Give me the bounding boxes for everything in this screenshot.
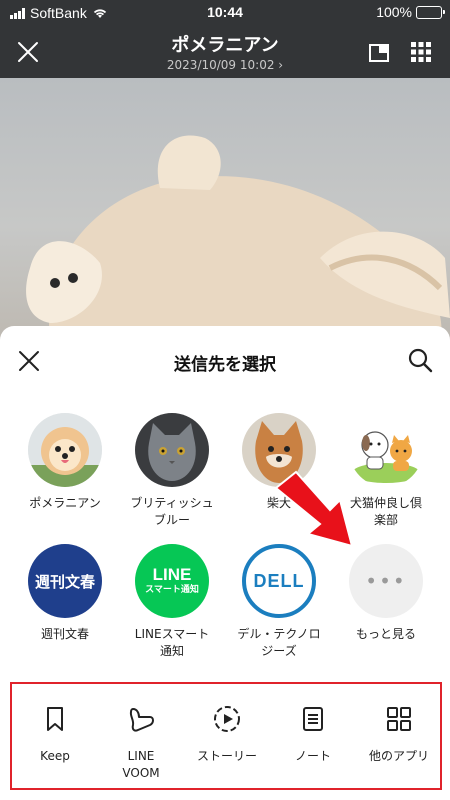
more-dots-icon: •••: [349, 544, 423, 618]
status-bar: SoftBank 10:44 100%: [0, 0, 450, 26]
note-icon: [303, 707, 323, 731]
album-header: ポメラニアン 2023/10/09 10:02 ›: [0, 26, 450, 78]
pomeranian-avatar: [28, 413, 102, 487]
recipient-bunshun[interactable]: 週刊文春 週刊文春: [11, 544, 119, 643]
cat-avatar: [135, 413, 209, 487]
dell-logo: DELL: [242, 544, 316, 618]
bunshun-logo-text: 週刊文春: [34, 572, 95, 591]
status-right: 100%: [376, 4, 445, 20]
search-icon[interactable]: [406, 346, 434, 374]
app-keep[interactable]: Keep: [12, 704, 98, 765]
app-label: ストーリー: [196, 749, 257, 763]
app-line-voom[interactable]: LINE VOOM: [98, 704, 184, 782]
recipient-line-notification[interactable]: LINE スマート通知 LINEスマート通知: [118, 544, 226, 660]
story-play-icon: [214, 706, 240, 732]
recipient-label: デル・テクノロジーズ: [237, 627, 321, 658]
recipient-label: LINEスマート通知: [134, 627, 210, 658]
other-apps-highlight: Keep LINE VOOM ストーリー ノート 他のアプリ: [10, 682, 442, 790]
app-other-apps[interactable]: 他のアプリ: [356, 704, 442, 765]
battery-percent: 100%: [376, 4, 412, 20]
recipient-pomeranian[interactable]: ポメラニアン: [11, 413, 119, 512]
grid-apps-icon: [387, 707, 411, 731]
app-label: LINE VOOM: [122, 749, 160, 780]
bunshun-logo: 週刊文春: [28, 544, 102, 618]
dog-cat-avatar: [349, 413, 423, 487]
recipient-label: ポメラニアン: [29, 496, 101, 510]
app-note[interactable]: ノート: [270, 704, 356, 765]
battery-icon: [416, 5, 445, 19]
recipient-dell[interactable]: DELL デル・テクノロジーズ: [225, 544, 333, 660]
line-logo-text: LINE: [152, 565, 192, 584]
recipient-british-blue[interactable]: ブリティッシュブルー: [118, 413, 226, 529]
voom-icon: [129, 708, 154, 732]
recipient-label: ブリティッシュブルー: [130, 496, 214, 527]
window-icon[interactable]: [368, 41, 390, 63]
photo-preview: [0, 78, 450, 348]
more-button[interactable]: ••• もっと見る: [332, 544, 440, 643]
recipient-label: 週刊文春: [40, 627, 89, 641]
bookmark-icon: [47, 707, 63, 731]
red-arrow-annotation: [274, 470, 354, 548]
app-label: Keep: [40, 749, 70, 763]
app-label: ノート: [294, 749, 331, 763]
app-label: 他のアプリ: [368, 749, 429, 763]
sheet-header: 送信先を選択: [0, 326, 450, 396]
line-logo-subtext: スマート通知: [145, 585, 199, 595]
app-story[interactable]: ストーリー: [184, 704, 270, 765]
dell-logo-text: DELL: [253, 570, 305, 591]
sheet-title: 送信先を選択: [174, 355, 276, 375]
more-label: もっと見る: [355, 627, 416, 641]
grid-icon[interactable]: [410, 41, 432, 63]
line-notification-logo: LINE スマート通知: [135, 544, 209, 618]
